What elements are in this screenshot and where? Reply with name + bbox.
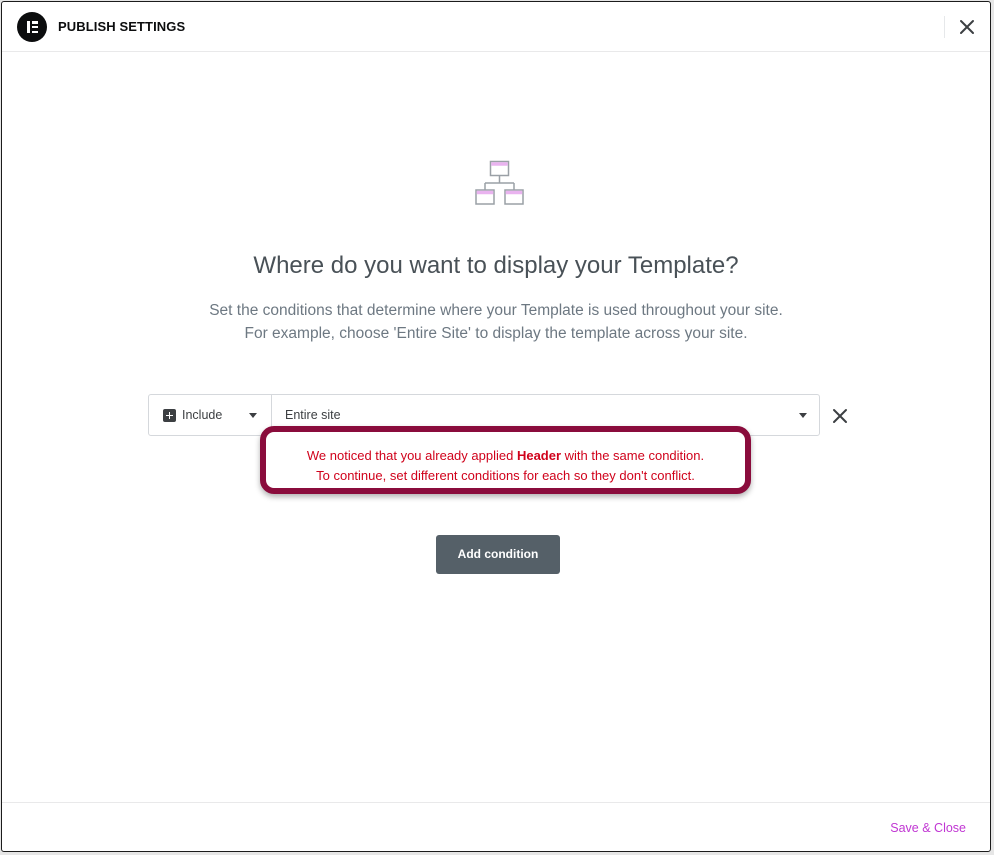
description-line-2: For example, choose 'Entire Site' to dis… xyxy=(244,325,748,342)
save-and-close-button[interactable]: Save & Close xyxy=(890,821,966,835)
sitemap-icon xyxy=(475,160,524,205)
condition-type-select[interactable]: Include xyxy=(149,395,272,435)
plus-square-icon xyxy=(163,409,176,422)
warning-line-2: To continue, set different conditions fo… xyxy=(316,468,695,483)
header-divider xyxy=(944,16,945,38)
close-button[interactable] xyxy=(957,17,977,37)
description-line-1: Set the conditions that determine where … xyxy=(209,302,783,319)
modal-header: PUBLISH SETTINGS xyxy=(2,2,990,52)
conflict-warning: We noticed that you already applied Head… xyxy=(260,426,751,494)
remove-condition-button[interactable] xyxy=(831,407,849,425)
modal-title: PUBLISH SETTINGS xyxy=(58,19,186,34)
template-name: Header xyxy=(516,448,562,463)
elementor-logo-icon xyxy=(17,12,47,42)
chevron-down-icon xyxy=(249,413,257,418)
condition-type-value: Include xyxy=(182,408,223,422)
page-heading: Where do you want to display your Templa… xyxy=(253,252,739,279)
modal-footer: Save & Close xyxy=(2,802,990,851)
close-icon xyxy=(960,20,974,34)
chevron-down-icon xyxy=(799,413,807,418)
page-description: Set the conditions that determine where … xyxy=(2,299,990,345)
close-icon xyxy=(833,409,847,423)
add-condition-button[interactable]: Add condition xyxy=(436,535,560,574)
publish-settings-modal: PUBLISH SETTINGS Where do you want to di… xyxy=(1,1,991,852)
warning-line-1: We noticed that you already applied Head… xyxy=(306,448,705,463)
condition-site-value: Entire site xyxy=(285,408,341,422)
